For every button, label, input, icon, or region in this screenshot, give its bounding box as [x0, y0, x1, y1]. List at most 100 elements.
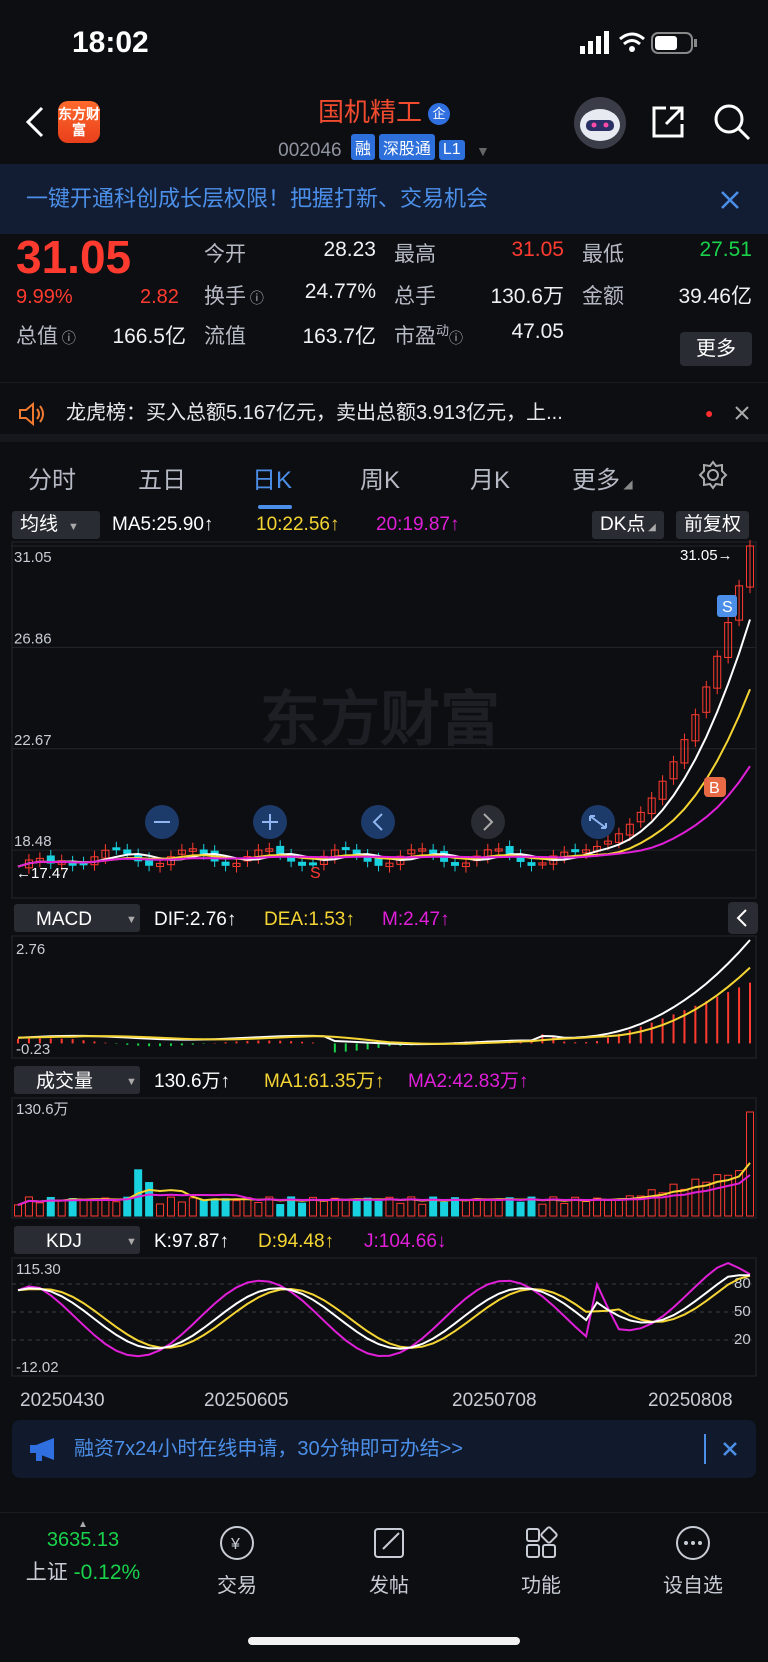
stock-name: 国机精工	[317, 97, 422, 127]
volume-bar	[166, 1196, 175, 1217]
search-icon[interactable]	[712, 102, 752, 142]
scroll-right-icon	[471, 805, 505, 839]
turnover-label: 换手 ⓘ	[204, 285, 264, 308]
volume-bar	[647, 1189, 656, 1217]
news-bar[interactable]: 龙虎榜：买入总额5.167亿元，卖出总额3.913亿元，上... ●	[0, 382, 768, 442]
close-icon[interactable]	[720, 190, 740, 210]
adjust-button[interactable]: 前复权	[676, 511, 750, 539]
dk-point-button[interactable]: DK点 ◢	[592, 511, 664, 539]
volume-bar	[243, 1197, 252, 1217]
change-amount: 2.82	[140, 286, 179, 308]
more-button[interactable]: 更多	[680, 332, 752, 366]
volume-bar	[79, 1198, 88, 1217]
nav-trade-label: 交易	[217, 1575, 257, 1597]
tab-weekly-k[interactable]: 周K	[360, 460, 400, 495]
status-icons	[580, 31, 697, 54]
candle-body	[571, 849, 580, 853]
index-name: 上证	[25, 1561, 68, 1584]
kdj-selector: KDJ	[46, 1231, 82, 1252]
index-widget[interactable]: ▲ 3635.13 上证 -0.12%	[18, 1519, 148, 1586]
buy-signal-text: B	[709, 780, 720, 797]
svg-text:▼: ▼	[126, 914, 137, 926]
candle-body	[199, 849, 208, 855]
margin-promo-banner[interactable]: 融资7x24小时在线申请，30分钟即可办结>>	[12, 1420, 756, 1478]
j-label: J:104.66↓	[364, 1231, 446, 1252]
volume-bar	[210, 1198, 219, 1217]
volume-bar	[374, 1200, 383, 1217]
volume-bar	[483, 1198, 492, 1217]
volume-bar	[341, 1199, 350, 1217]
sell-signal-text: S	[722, 599, 733, 616]
last-price: 31.05	[16, 231, 132, 283]
status-bar: 18:02	[0, 0, 768, 82]
kline-chart[interactable]: 东方财富 31.0526.8622.6718.48 31.05→ ←17.47 …	[0, 540, 768, 1420]
price-tick-label: 22.67	[14, 732, 52, 749]
tag-connect: 深股通	[378, 134, 435, 160]
ma-selector[interactable]: 均线 ▼	[12, 511, 100, 539]
settings-gear-icon[interactable]	[698, 460, 728, 490]
enterprise-badge: 企	[428, 103, 450, 125]
candle-body	[276, 845, 285, 855]
volume-bar	[35, 1202, 44, 1217]
tab-intraday[interactable]: 分时	[28, 460, 76, 495]
nav-trade[interactable]: ¥ 交易	[182, 1523, 292, 1598]
amount-label: 金额	[582, 285, 624, 308]
float-label: 流值	[204, 325, 246, 348]
tab-monthly-k[interactable]: 月K	[470, 460, 510, 495]
macd-selector: MACD	[36, 909, 92, 930]
date-label-1: 20250430	[20, 1390, 105, 1411]
grid-icon	[526, 1526, 558, 1558]
tab-more[interactable]: 更多 ◢	[572, 460, 633, 495]
volume-bar	[298, 1202, 307, 1217]
quote-panel: 31.05 9.99% 2.82 总值 ⓘ 166.5亿 今开 28.23 换手…	[0, 231, 768, 374]
volume-label: 130.6万↑	[154, 1071, 230, 1092]
tab-daily-k[interactable]: 日K	[252, 460, 293, 509]
price-tick-label: 18.48	[14, 833, 52, 850]
chart-nav-controls	[145, 805, 615, 839]
volume-bar	[516, 1201, 525, 1217]
candle-body	[527, 862, 536, 866]
nav-functions[interactable]: 功能	[486, 1523, 596, 1598]
volume-bar	[254, 1202, 263, 1217]
volume-bar	[691, 1178, 700, 1217]
macd-legend-row: MACD ▼ DIF:2.76↑ DEA:1.53↑ M:2.47↑	[14, 902, 758, 934]
tag-level: L1	[438, 140, 465, 160]
volume-bar	[188, 1197, 197, 1217]
volume-bar	[221, 1198, 230, 1217]
volume-bar	[614, 1198, 623, 1217]
scroll-left-icon	[361, 805, 395, 839]
dea-label: DEA:1.53↑	[264, 909, 355, 930]
home-indicator	[248, 1637, 520, 1645]
volume-bar	[57, 1200, 66, 1217]
index-value: 3635.13	[46, 1529, 120, 1551]
vol-ma1-label: MA1:61.35万↑	[264, 1071, 384, 1092]
high-label: 最高	[394, 243, 436, 266]
promo-banner[interactable]: 一键开通科创成长层权限！把握打新、交易机会	[0, 164, 768, 234]
volume-legend-row: 成交量 ▼ 130.6万↑ MA1:61.35万↑ MA2:42.83万↑	[14, 1066, 528, 1094]
ma-legend-row: 均线 ▼ MA5:25.90↑ 10:22.56↑ 20:19.87↑ DK点 ◢…	[0, 510, 768, 540]
mktcap-value: 166.5亿	[112, 325, 186, 348]
period-tabs: 分时 五日 日K 周K 月K 更多 ◢	[0, 444, 768, 509]
volume-bar	[352, 1199, 361, 1217]
dif-label: DIF:2.76↑	[154, 909, 236, 930]
amount-value: 39.46亿	[678, 285, 752, 308]
volume-bar	[560, 1202, 569, 1217]
divider	[704, 1434, 706, 1464]
close-icon[interactable]	[734, 405, 750, 421]
kdj-level-20: 20	[734, 1331, 751, 1348]
nav-watchlist[interactable]: 设自选	[638, 1523, 748, 1598]
robot-avatar-icon[interactable]	[573, 96, 627, 150]
caret-down-icon[interactable]: ▼	[476, 143, 490, 159]
close-icon[interactable]	[722, 1441, 738, 1457]
candle-body	[352, 849, 361, 855]
volume-bar	[24, 1196, 33, 1217]
nav-post[interactable]: 发帖	[334, 1523, 444, 1598]
price-tick-label: 31.05	[14, 549, 52, 566]
low-label: 最低	[582, 243, 624, 266]
volume-bar	[538, 1203, 547, 1217]
tab-five-day[interactable]: 五日	[138, 460, 186, 495]
volume-bar	[582, 1200, 591, 1217]
nav-functions-label: 功能	[521, 1575, 561, 1597]
share-icon[interactable]	[650, 104, 686, 140]
candle-body	[505, 846, 514, 855]
